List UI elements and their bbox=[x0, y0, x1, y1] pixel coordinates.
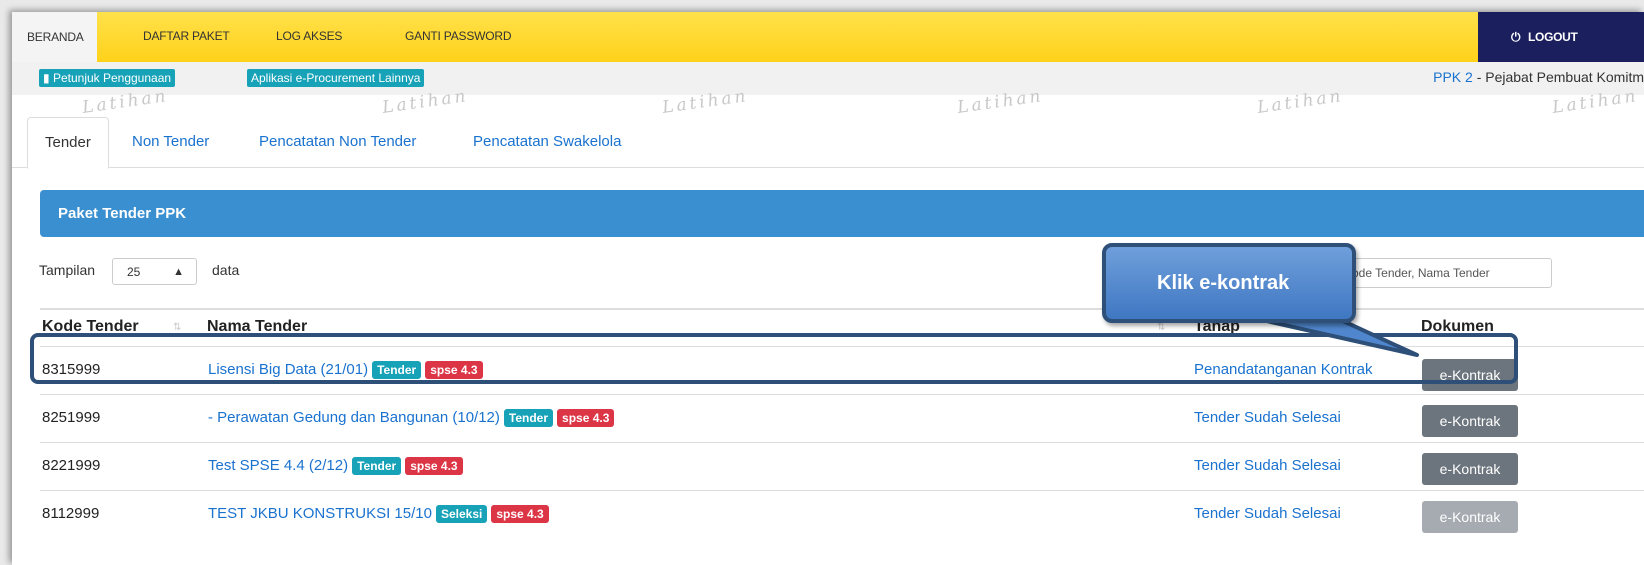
callout-pointer bbox=[1238, 313, 1419, 357]
callout-label: Klik e-kontrak bbox=[1102, 243, 1356, 323]
app-window: BERANDA DAFTAR PAKET LOG AKSES GANTI PAS… bbox=[12, 12, 1644, 565]
